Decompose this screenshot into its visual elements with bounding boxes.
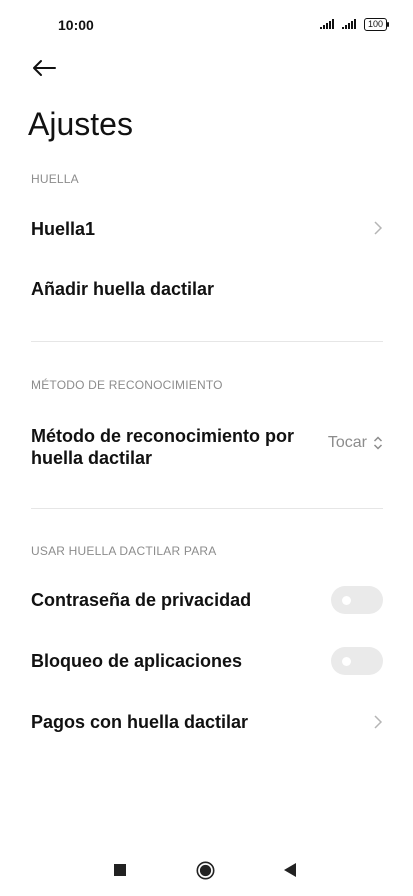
- divider: [31, 508, 383, 509]
- recents-square-icon[interactable]: [114, 864, 126, 876]
- item-label: Huella1: [31, 219, 96, 239]
- signal-icon: [319, 19, 334, 29]
- arrow-left-icon: [33, 60, 56, 76]
- signal-icon: [341, 19, 356, 29]
- status-icons: 100: [319, 17, 390, 31]
- battery-icon: 100: [363, 17, 390, 31]
- recognition-method-value[interactable]: Tocar: [328, 434, 383, 452]
- item-label: Bloqueo de aplicaciones: [31, 651, 243, 671]
- divider: [31, 341, 383, 342]
- privacy-password-toggle[interactable]: [331, 586, 383, 614]
- chevron-right-icon: [374, 221, 383, 235]
- page-title: Ajustes: [28, 106, 133, 142]
- section-header-use-for: USAR HUELLA DACTILAR PARA: [31, 544, 217, 558]
- item-label-line2: huella dactilar: [31, 448, 153, 468]
- item-label: Pagos con huella dactilar: [31, 712, 249, 732]
- navigation-bar: [0, 846, 413, 896]
- back-button[interactable]: [28, 54, 60, 82]
- toggle-knob: [342, 596, 351, 605]
- section-header-recognition: MÉTODO DE RECONOCIMIENTO: [31, 378, 223, 392]
- status-time: 10:00: [58, 17, 94, 33]
- chevron-right-icon: [374, 715, 383, 729]
- toggle-knob: [342, 657, 351, 666]
- home-circle-icon[interactable]: [196, 861, 215, 880]
- item-label: Contraseña de privacidad: [31, 590, 252, 610]
- fingerprint-payments-item[interactable]: Pagos con huella dactilar: [0, 697, 413, 747]
- up-down-chevron-icon: [373, 436, 383, 450]
- item-label-line1: Método de reconocimiento por: [31, 426, 295, 446]
- value-text: Tocar: [327, 434, 367, 451]
- back-triangle-icon[interactable]: [284, 863, 296, 877]
- item-label: Añadir huella dactilar: [31, 279, 215, 299]
- add-fingerprint-item[interactable]: Añadir huella dactilar: [0, 264, 413, 316]
- app-lock-toggle[interactable]: [331, 647, 383, 675]
- section-header-huella: HUELLA: [31, 172, 79, 186]
- fingerprint-item-huella1[interactable]: Huella1: [0, 202, 413, 254]
